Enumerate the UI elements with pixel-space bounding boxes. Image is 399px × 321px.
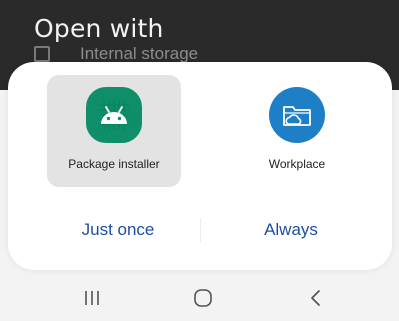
just-once-button[interactable]: Just once [38,212,198,248]
app-label-package-installer: Package installer [68,157,160,171]
always-button[interactable]: Always [211,212,371,248]
background-row-label: Internal storage [80,44,199,63]
open-with-sheet: Package installer Workplace Just once Al… [8,62,392,270]
screen: Open with Internal storage Package insta… [0,0,399,321]
background-title: Open with [34,14,164,43]
action-bar: Just once Always [8,212,392,248]
app-option-package-installer[interactable]: Package installer [47,75,181,187]
navigation-bar [0,276,399,321]
storage-icon [34,46,50,62]
recents-icon[interactable] [72,284,112,312]
android-icon [86,87,142,143]
back-icon[interactable] [296,284,336,312]
app-label-workplace: Workplace [268,157,326,171]
folder-cloud-icon [269,87,325,143]
action-divider [200,218,201,242]
app-option-workplace[interactable]: Workplace [230,75,364,187]
background-row-internal-storage: Internal storage [34,44,198,64]
home-icon[interactable] [183,284,223,312]
